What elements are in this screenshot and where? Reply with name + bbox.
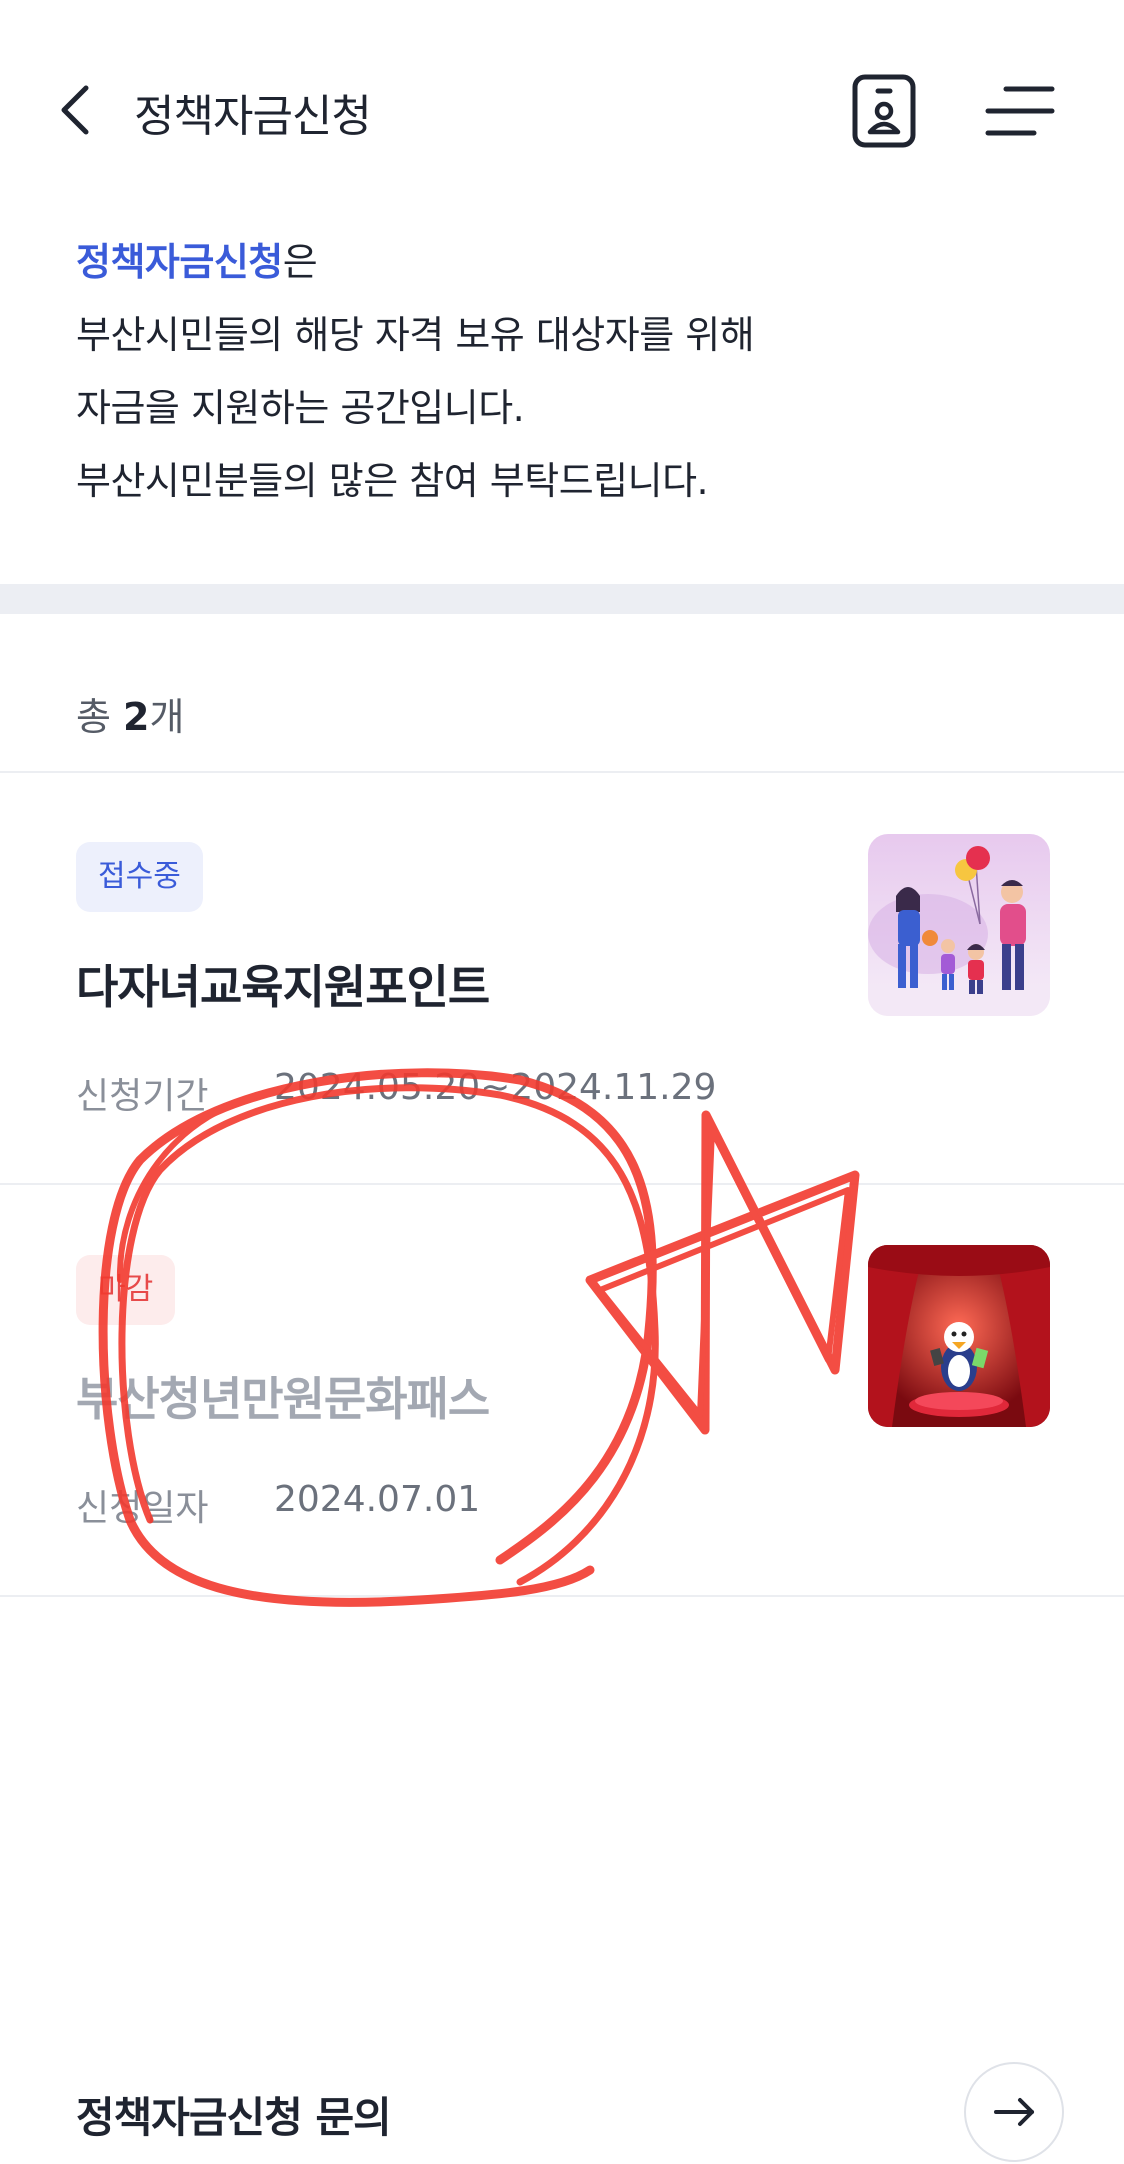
intro-highlight: 정책자금신청 xyxy=(76,240,283,284)
item-title: 다자녀교육지원포인트 xyxy=(76,960,490,1014)
total-number: 2 xyxy=(123,695,150,739)
status-badge: 접수중 xyxy=(76,842,203,912)
thumbnail-stage-image xyxy=(868,1245,1050,1427)
period-value: 2024.05.20~2024.11.29 xyxy=(274,1067,717,1108)
status-badge: 마감 xyxy=(76,1255,176,1325)
thumbnail-family-image xyxy=(868,834,1050,1016)
header: 정책자금신청 xyxy=(0,0,1124,220)
inquiry-arrow-button[interactable] xyxy=(964,2062,1064,2162)
item-title: 부산청년만원문화패스 xyxy=(76,1372,490,1426)
arrow-right-icon xyxy=(994,2098,1034,2126)
menu-icon xyxy=(985,86,1055,136)
period-label: 신청기간 xyxy=(76,1076,209,1117)
period-value: 2024.07.01 xyxy=(274,1479,481,1520)
intro-text: 정책자금신청은 부산시민들의 해당 자격 보유 대상자를 위해 자금을 지원하는… xyxy=(76,226,755,518)
page-title: 정책자금신청 xyxy=(134,91,372,142)
list-item[interactable]: 접수중 다자녀교육지원포인트 신청기간 2024.05.20~2024.11.2… xyxy=(0,773,1124,1181)
menu-button[interactable] xyxy=(984,84,1056,138)
id-card-button[interactable] xyxy=(852,74,916,148)
intro-line: 부산시민들의 해당 자격 보유 대상자를 위해 xyxy=(76,313,755,357)
intro-line: 자금을 지원하는 공간입니다. xyxy=(76,386,525,430)
intro-highlight-suffix: 은 xyxy=(282,240,318,284)
section-divider xyxy=(0,584,1124,614)
inquiry-title[interactable]: 정책자금신청 문의 xyxy=(76,2084,392,2145)
item-period: 신청기간 2024.05.20~2024.11.29 xyxy=(76,1067,716,1119)
total-count: 총 2개 xyxy=(76,686,184,741)
period-label: 신청일자 xyxy=(76,1488,209,1529)
total-suffix: 개 xyxy=(149,695,185,739)
intro-line: 부산시민분들의 많은 참여 부탁드립니다. xyxy=(76,459,709,503)
item-period: 신청일자 2024.07.01 xyxy=(76,1479,480,1531)
list-item[interactable]: 마감 부산청년만원문화패스 신청일자 2024.07.01 xyxy=(0,1185,1124,1593)
back-arrow-icon xyxy=(61,85,89,135)
id-card-icon xyxy=(852,74,916,148)
back-button[interactable] xyxy=(54,82,98,138)
divider xyxy=(0,1595,1124,1597)
total-prefix: 총 xyxy=(76,695,124,739)
